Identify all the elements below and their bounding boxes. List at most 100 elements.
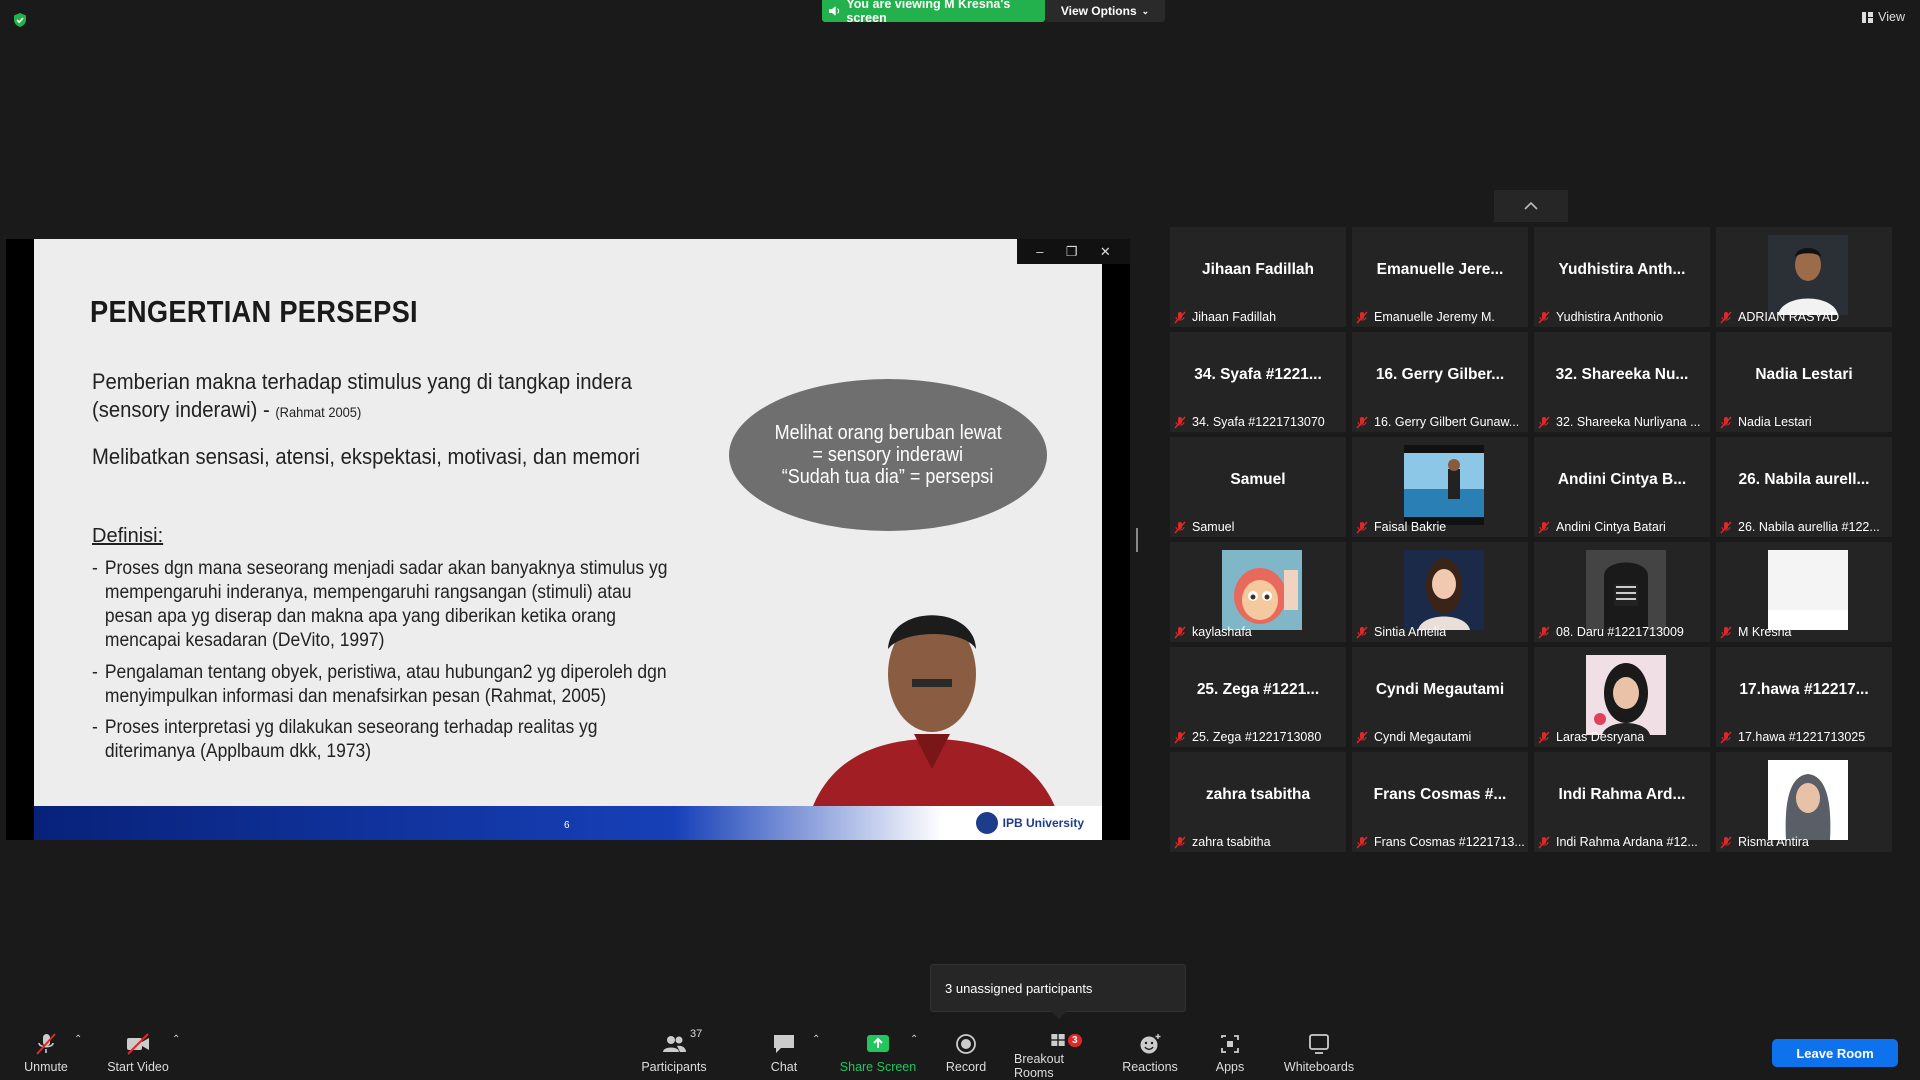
participant-tile[interactable]: Laras Desryana <box>1534 647 1710 747</box>
share-screen-button[interactable]: Share Screen <box>838 1022 918 1080</box>
participant-display-name: Jihaan Fadillah <box>1202 261 1314 278</box>
participant-tile[interactable]: M Kresna <box>1716 542 1892 642</box>
microphone-muted-icon <box>1720 731 1732 743</box>
apps-button[interactable]: Apps <box>1212 1022 1248 1080</box>
start-video-button[interactable]: Start Video <box>106 1022 170 1080</box>
microphone-muted-icon <box>1538 521 1550 533</box>
apps-label: Apps <box>1215 1060 1245 1074</box>
participant-tile[interactable]: 26. Nabila aurell... 26. Nabila aurellia … <box>1716 437 1892 537</box>
record-button[interactable]: Record <box>946 1022 986 1080</box>
participant-tile[interactable]: 25. Zega #1221... 25. Zega #1221713080 <box>1170 647 1346 747</box>
share-options-caret-icon[interactable]: ⌃ <box>910 1034 918 1045</box>
tooltip-arrow <box>1051 1011 1067 1019</box>
reactions-button[interactable]: Reactions <box>1122 1022 1178 1080</box>
view-options-button[interactable]: View Options ⌄ <box>1045 0 1165 22</box>
participant-tile[interactable]: Cyndi Megautami Cyndi Megautami <box>1352 647 1528 747</box>
collapse-gallery-button[interactable] <box>1494 190 1568 222</box>
participant-tile[interactable]: Samuel Samuel <box>1170 437 1346 537</box>
participant-tile[interactable]: zahra tsabitha zahra tsabitha <box>1170 752 1346 852</box>
participant-name-label: kaylashafa <box>1174 625 1252 639</box>
participant-tile[interactable]: Emanuelle Jere... Emanuelle Jeremy M. <box>1352 227 1528 327</box>
participant-name-text: Sintia Amelia <box>1374 625 1447 639</box>
participant-video-thumbnail <box>1768 760 1848 840</box>
participant-display-name: Samuel <box>1230 471 1286 488</box>
slide-line-2: (sensory inderawi) - (Rahmat 2005) <box>92 397 361 423</box>
participant-display-name: Andini Cintya B... <box>1557 471 1687 488</box>
slide-bullet: - Pengalaman tentang obyek, peristiwa, at… <box>92 661 681 709</box>
close-icon[interactable]: ✕ <box>1100 244 1111 260</box>
minimize-icon[interactable]: – <box>1036 244 1043 259</box>
participant-tile[interactable]: Frans Cosmas #... Frans Cosmas #1221713..… <box>1352 752 1528 852</box>
microphone-muted-icon <box>1174 521 1186 533</box>
participant-display-name: 26. Nabila aurell... <box>1738 471 1870 488</box>
microphone-muted-icon <box>1720 626 1732 638</box>
ipb-university-logo: IPB University <box>975 812 1084 834</box>
participant-tile[interactable]: 17.hawa #12217... 17.hawa #1221713025 <box>1716 647 1892 747</box>
participant-tile[interactable]: Sintia Amelia <box>1352 542 1528 642</box>
participant-name-text: Risma Antira <box>1738 835 1809 849</box>
participant-name-label: Faisal Bakrie <box>1356 520 1446 534</box>
participant-video-thumbnail <box>1586 550 1666 630</box>
chat-options-caret-icon[interactable]: ⌃ <box>812 1034 820 1045</box>
leave-room-button[interactable]: Leave Room <box>1772 1039 1898 1067</box>
breakout-rooms-button[interactable]: Breakout Rooms <box>1014 1022 1102 1080</box>
microphone-muted-icon <box>36 1033 56 1055</box>
participant-tile[interactable]: Nadia Lestari Nadia Lestari <box>1716 332 1892 432</box>
participant-tile[interactable]: Yudhistira Anth... Yudhistira Anthonio <box>1534 227 1710 327</box>
zoom-meeting-window: You are viewing M Kresna's screen View O… <box>0 0 1920 1080</box>
split-view-divider-handle[interactable] <box>1136 528 1138 552</box>
slide-definisi-heading: Definisi: <box>92 525 164 547</box>
unmute-button[interactable]: Unmute <box>18 1022 74 1080</box>
participant-tile[interactable]: 34. Syafa #1221... 34. Syafa #1221713070 <box>1170 332 1346 432</box>
participant-name-text: 34. Syafa #1221713070 <box>1192 415 1325 429</box>
shared-screen[interactable]: PENGERTIAN PERSEPSI Pemberian makna terh… <box>6 239 1130 840</box>
whiteboards-label: Whiteboards <box>1283 1060 1355 1074</box>
participant-tile[interactable]: Indi Rahma Ard... Indi Rahma Ardana #12..… <box>1534 752 1710 852</box>
chat-bubble-icon <box>774 1035 794 1053</box>
share-screen-label: Share Screen <box>839 1060 917 1074</box>
participant-name-text: Laras Desryana <box>1556 730 1645 744</box>
participant-tile[interactable]: Risma Antira <box>1716 752 1892 852</box>
participant-tile[interactable]: 16. Gerry Gilber... 16. Gerry Gilbert Gun… <box>1352 332 1528 432</box>
participant-name-label: Emanuelle Jeremy M. <box>1356 310 1495 324</box>
microphone-muted-icon <box>1356 311 1368 323</box>
participant-name-label: Laras Desryana <box>1538 730 1644 744</box>
audio-options-caret-icon[interactable]: ⌃ <box>74 1034 82 1045</box>
participant-tile[interactable]: Jihaan Fadillah Jihaan Fadillah <box>1170 227 1346 327</box>
participant-tile[interactable]: ADRIAN RASYAD <box>1716 227 1892 327</box>
viewing-screen-text: You are viewing M Kresna's screen <box>846 0 1011 25</box>
participant-tile[interactable]: Andini Cintya B... Andini Cintya Batari <box>1534 437 1710 537</box>
participant-tile[interactable]: 32. Shareeka Nu... 32. Shareeka Nurliyana… <box>1534 332 1710 432</box>
participant-tile[interactable]: Faisal Bakrie <box>1352 437 1528 537</box>
breakout-tooltip: 3 unassigned participants <box>930 964 1186 1012</box>
speaker-icon <box>828 6 840 16</box>
encryption-shield-icon[interactable] <box>12 12 28 28</box>
reactions-label: Reactions <box>1122 1060 1178 1074</box>
participant-display-name: zahra tsabitha <box>1205 786 1311 803</box>
video-options-caret-icon[interactable]: ⌃ <box>172 1034 180 1045</box>
microphone-muted-icon <box>1174 626 1186 638</box>
participant-name-text: 08. Daru #1221713009 <box>1556 625 1684 639</box>
chat-button[interactable]: Chat <box>764 1022 804 1080</box>
participant-name-text: Samuel <box>1192 520 1235 534</box>
participant-video-thumbnail <box>1768 235 1848 315</box>
participant-name-label: 25. Zega #1221713080 <box>1174 730 1321 744</box>
view-button[interactable]: View <box>1862 10 1905 24</box>
restore-icon[interactable]: ❐ <box>1066 244 1078 260</box>
participant-name-label: Cyndi Megautami <box>1356 730 1471 744</box>
participant-name-label: Frans Cosmas #1221713... <box>1356 835 1525 849</box>
participant-tile[interactable]: kaylashafa <box>1170 542 1346 642</box>
participant-video-thumbnail <box>1222 550 1302 630</box>
chevron-down-icon: ⌄ <box>1141 5 1150 16</box>
microphone-muted-icon <box>1538 731 1550 743</box>
slide-page-number: 6 <box>564 820 570 831</box>
microphone-muted-icon <box>1356 521 1368 533</box>
participant-name-text: Faisal Bakrie <box>1374 520 1447 534</box>
microphone-muted-icon <box>1538 311 1550 323</box>
whiteboards-button[interactable]: Whiteboards <box>1284 1022 1354 1080</box>
participant-name-label: M Kresna <box>1720 625 1792 639</box>
chevron-up-icon <box>1524 202 1538 210</box>
participant-name-text: Frans Cosmas #1221713... <box>1374 835 1525 849</box>
participants-count: 37 <box>690 1028 703 1040</box>
participant-tile[interactable]: 08. Daru #1221713009 <box>1534 542 1710 642</box>
